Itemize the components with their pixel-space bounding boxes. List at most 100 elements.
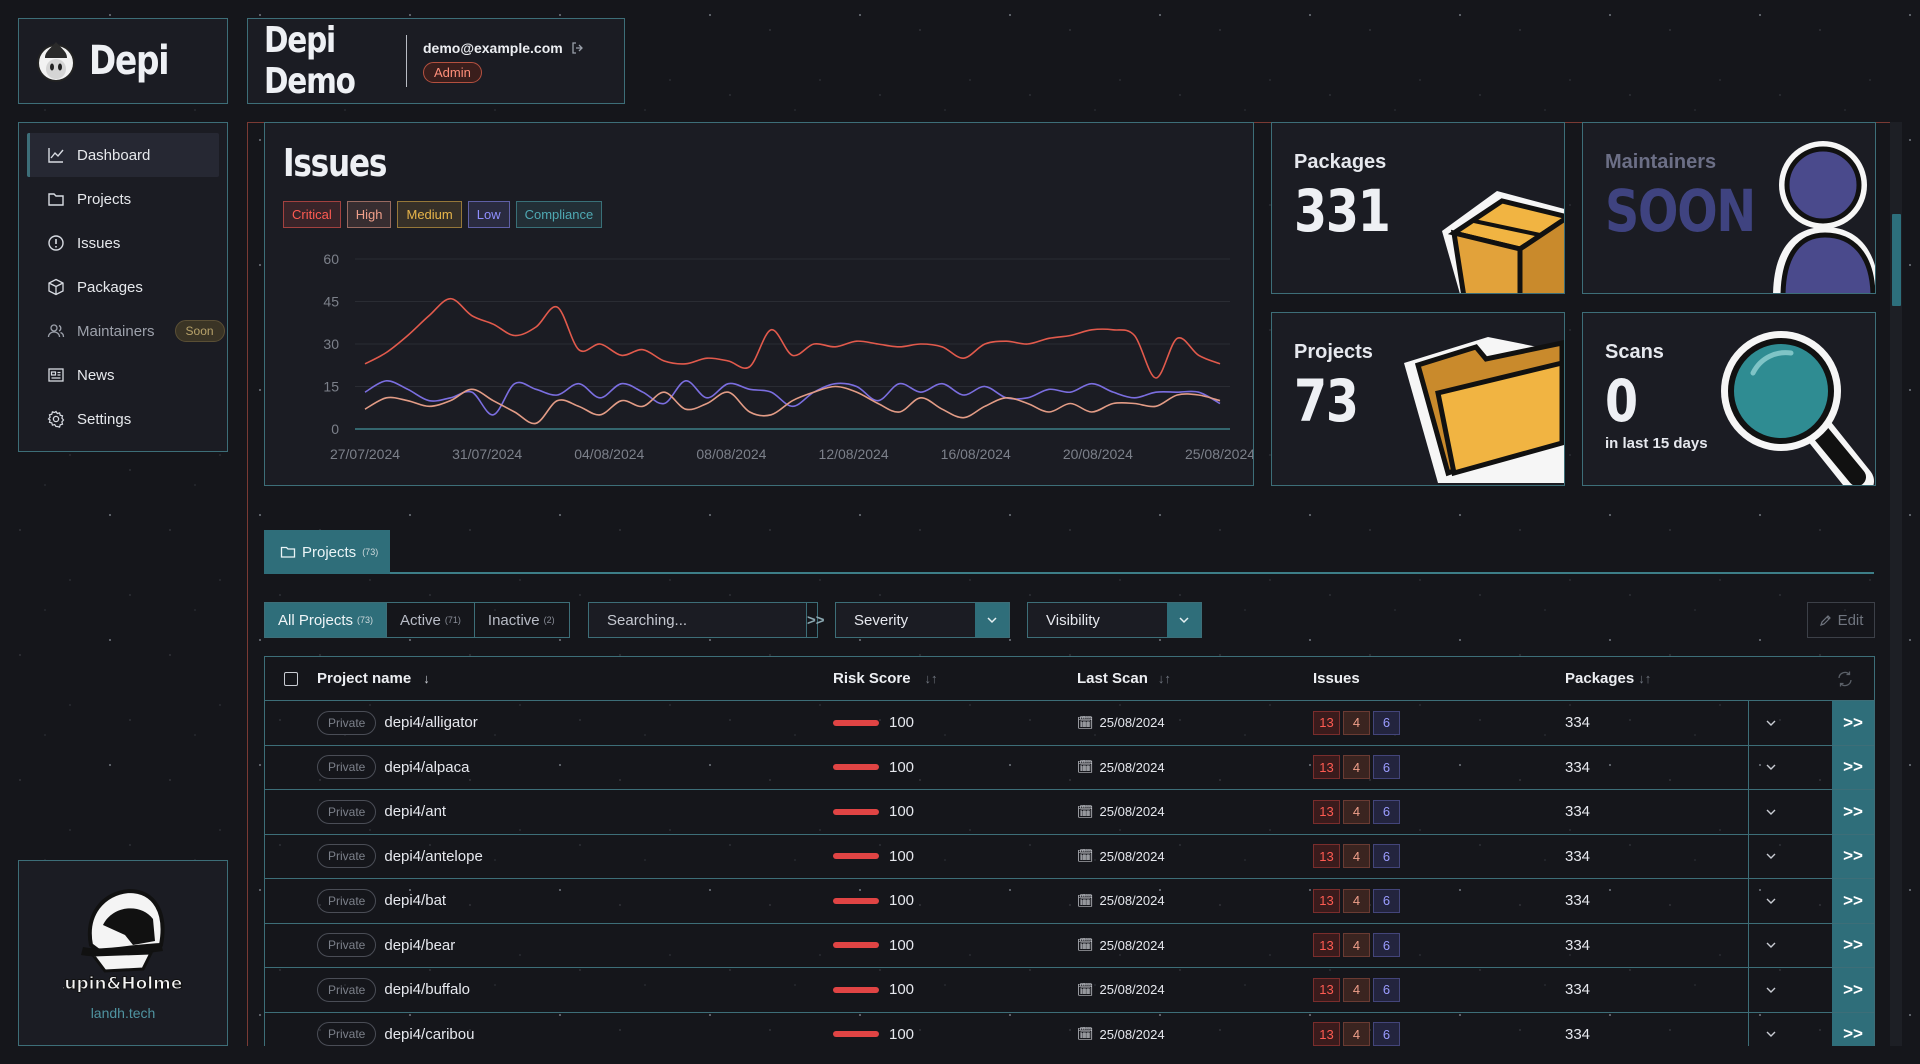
last-scan-date: 25/08/2024 <box>1099 937 1165 953</box>
project-name-link[interactable]: depi4/bear <box>384 937 455 954</box>
alert-circle-icon <box>47 234 65 252</box>
project-header: Depi Demo demo@example.com Admin <box>247 18 625 104</box>
expand-row-button[interactable] <box>1748 790 1792 834</box>
partner-site-link[interactable]: landh.tech <box>91 1005 156 1021</box>
project-name-link[interactable]: depi4/alligator <box>384 714 477 731</box>
scrollbar-thumb[interactable] <box>1892 214 1901 306</box>
sidebar-item-settings[interactable]: Settings <box>27 397 219 441</box>
projects-card-value: 73 <box>1294 367 1359 435</box>
open-project-button[interactable]: >> <box>1832 745 1874 789</box>
filter-active[interactable]: Active (71) <box>387 603 475 637</box>
search-submit-button[interactable]: >> <box>806 603 825 637</box>
edit-button[interactable]: Edit <box>1807 602 1875 638</box>
expand-row-button[interactable] <box>1748 701 1792 745</box>
table-row[interactable]: Private depi4/antelope 100 🗓 25/08/2024 13… <box>265 834 1874 879</box>
page-scrollbar[interactable] <box>1890 122 1902 1046</box>
refresh-icon[interactable] <box>1836 670 1854 688</box>
severity-dropdown[interactable]: Severity <box>835 602 1010 638</box>
calendar-icon: 🗓 <box>1077 981 1094 997</box>
chart-x-tick-label: 04/08/2024 <box>574 446 644 462</box>
open-project-button[interactable]: >> <box>1832 923 1874 967</box>
high-count-badge: 4 <box>1343 933 1370 958</box>
sidebar-item-label: Issues <box>77 234 121 252</box>
severity-dropdown-value: Severity <box>854 611 909 629</box>
open-project-button[interactable]: >> <box>1832 834 1874 878</box>
expand-row-button[interactable] <box>1748 1012 1792 1046</box>
medium-count-badge: 6 <box>1373 844 1400 869</box>
filter-inactive[interactable]: Inactive (2) <box>475 603 568 637</box>
visibility-dropdown[interactable]: Visibility <box>1027 602 1202 638</box>
expand-row-button[interactable] <box>1748 745 1792 789</box>
pencil-icon <box>1819 614 1831 626</box>
chart-y-tick-label: 30 <box>323 336 339 352</box>
legend-tag-compliance[interactable]: Compliance <box>515 201 603 228</box>
expand-row-button[interactable] <box>1748 834 1792 878</box>
chevron-down-icon <box>1167 603 1201 637</box>
sidebar-item-projects[interactable]: Projects <box>27 177 219 221</box>
sidebar-item-issues[interactable]: Issues <box>27 221 219 265</box>
project-name-link[interactable]: depi4/ant <box>384 803 446 820</box>
critical-count-badge: 13 <box>1313 977 1340 1002</box>
project-name-link[interactable]: depi4/caribou <box>384 1026 474 1043</box>
column-header-risk[interactable]: Risk Score ↓↑ <box>833 670 1077 687</box>
legend-tag-low[interactable]: Low <box>467 201 510 228</box>
table-row[interactable]: Private depi4/alligator 100 🗓 25/08/2024 1… <box>265 701 1874 746</box>
sidebar-item-packages[interactable]: Packages <box>27 265 219 309</box>
brand-logo-box[interactable]: Depi <box>18 18 228 104</box>
sidebar-item-dashboard[interactable]: Dashboard <box>27 133 219 177</box>
partner-logo-box[interactable]: Lupin&Holmes landh.tech <box>18 860 228 1046</box>
chevron-down-icon <box>975 603 1009 637</box>
packages-card[interactable]: Packages 331 <box>1271 122 1565 294</box>
project-name-link[interactable]: depi4/antelope <box>384 848 482 865</box>
open-project-button[interactable]: >> <box>1832 701 1874 745</box>
scans-card[interactable]: Scans 0 in last 15 days <box>1582 312 1876 486</box>
expand-row-button[interactable] <box>1748 923 1792 967</box>
select-all-checkbox[interactable] <box>284 671 298 686</box>
projects-card[interactable]: Projects 73 <box>1271 312 1565 486</box>
project-name-link[interactable]: depi4/bat <box>384 892 446 909</box>
logout-icon[interactable] <box>571 41 585 55</box>
table-row[interactable]: Private depi4/bat 100 🗓 25/08/2024 13 4 6 33… <box>265 879 1874 924</box>
maintainers-card[interactable]: Maintainers SOON <box>1582 122 1876 294</box>
legend-tag-critical[interactable]: Critical <box>283 201 341 228</box>
project-name-link[interactable]: depi4/buffalo <box>384 981 470 998</box>
column-header-scan[interactable]: Last Scan ↓↑ <box>1077 670 1313 687</box>
project-name-link[interactable]: depi4/alpaca <box>384 759 469 776</box>
column-header-label: Project name <box>317 670 412 687</box>
open-project-button[interactable]: >> <box>1832 968 1874 1012</box>
role-badge: Admin <box>423 61 482 83</box>
sidebar-item-label: Projects <box>77 190 132 208</box>
sidebar-item-news[interactable]: News <box>27 353 219 397</box>
filter-label: Active <box>400 611 441 629</box>
table-row[interactable]: Private depi4/caribou 100 🗓 25/08/2024 13 4… <box>265 1012 1874 1046</box>
lupin-holmes-logo-text: Lupin&Holmes <box>63 974 183 994</box>
calendar-icon: 🗓 <box>1077 1026 1094 1042</box>
packages-card-label: Packages <box>1294 151 1387 173</box>
filter-all-projects[interactable]: All Projects (73) <box>265 603 388 637</box>
visibility-dropdown-value: Visibility <box>1046 611 1100 629</box>
chevron-down-icon <box>1766 987 1775 993</box>
column-header-packages[interactable]: Packages ↓↑ <box>1565 670 1785 687</box>
column-header-label: Issues <box>1313 670 1360 687</box>
tab-projects[interactable]: Projects (73) <box>264 530 390 574</box>
column-header-name[interactable]: Project name ↓ <box>317 670 833 687</box>
search-input[interactable] <box>589 603 806 637</box>
open-project-button[interactable]: >> <box>1832 879 1874 923</box>
sidebar-item-maintainers[interactable]: Maintainers Soon <box>27 309 225 353</box>
table-row[interactable]: Private depi4/ant 100 🗓 25/08/2024 13 4 6 33… <box>265 790 1874 835</box>
table-row[interactable]: Private depi4/bear 100 🗓 25/08/2024 13 4 6 3… <box>265 923 1874 968</box>
table-row[interactable]: Private depi4/buffalo 100 🗓 25/08/2024 13 4… <box>265 968 1874 1013</box>
open-project-button[interactable]: >> <box>1832 790 1874 834</box>
last-scan-date: 25/08/2024 <box>1099 893 1165 909</box>
chart-x-tick-label: 20/08/2024 <box>1063 446 1133 462</box>
expand-row-button[interactable] <box>1748 968 1792 1012</box>
legend-tag-medium[interactable]: Medium <box>397 201 462 228</box>
open-project-button[interactable]: >> <box>1832 1012 1874 1046</box>
chart-y-tick-label: 60 <box>323 251 339 267</box>
table-row[interactable]: Private depi4/alpaca 100 🗓 25/08/2024 13 4 6… <box>265 745 1874 790</box>
legend-tag-high[interactable]: High <box>346 201 392 228</box>
scans-card-subtitle: in last 15 days <box>1605 435 1708 452</box>
expand-row-button[interactable] <box>1748 879 1792 923</box>
chart-line-icon <box>47 146 65 164</box>
packages-card-value: 331 <box>1294 177 1391 245</box>
